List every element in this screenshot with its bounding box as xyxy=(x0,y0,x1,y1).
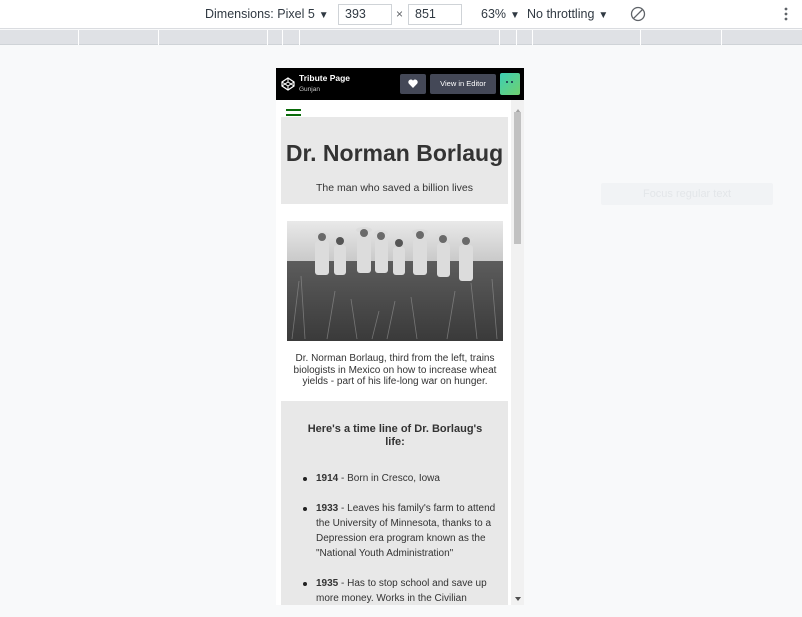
device-viewport: Tribute Page Gunjan View in Editor Dr. N… xyxy=(276,68,524,605)
hero-section: Dr. Norman Borlaug The man who saved a b… xyxy=(281,117,508,204)
pen-author[interactable]: Gunjan xyxy=(299,86,320,93)
photo-caption: Dr. Norman Borlaug, third from the left,… xyxy=(293,353,497,387)
scroll-down-arrow-icon[interactable] xyxy=(515,597,521,601)
throttling-label: No throttling xyxy=(527,7,595,21)
dimensions-label: Dimensions: Pixel 5 xyxy=(205,7,315,21)
timeline-section: Here's a time line of Dr. Borlaug's life… xyxy=(281,401,508,605)
device-toolbar: Dimensions: Pixel 5 ▼ 393 × 851 63% ▼ No t… xyxy=(0,0,802,29)
like-button[interactable] xyxy=(400,74,426,94)
list-item: 1933 - Leaves his family's farm to atten… xyxy=(303,501,499,561)
zoom-dropdown[interactable]: 63% ▼ xyxy=(481,7,520,21)
list-item: 1914 - Born in Cresco, Iowa xyxy=(303,471,499,486)
borlaug-photo xyxy=(287,221,503,341)
faded-tooltip: Focus regular text xyxy=(601,183,773,205)
chevron-down-icon: ▼ xyxy=(598,10,609,21)
timeline-text: - Leaves his family's farm to attend the… xyxy=(316,503,496,559)
scroll-thumb[interactable] xyxy=(514,112,521,244)
timeline-text: - Born in Cresco, Iowa xyxy=(338,473,440,484)
dimension-separator: × xyxy=(396,7,404,21)
width-input[interactable]: 393 xyxy=(338,4,392,25)
more-options-icon[interactable] xyxy=(782,6,790,22)
list-item: 1935 - Has to stop school and save up mo… xyxy=(303,576,499,605)
throttling-dropdown[interactable]: No throttling ▼ xyxy=(527,7,608,21)
wheat-field-photo-image xyxy=(287,221,503,341)
avatar[interactable] xyxy=(500,73,520,95)
page-content: Dr. Norman Borlaug The man who saved a b… xyxy=(276,100,510,605)
zoom-label: 63% xyxy=(481,7,507,21)
vertical-scrollbar[interactable] xyxy=(511,100,524,605)
timeline-text: - Has to stop school and save up more mo… xyxy=(316,578,487,604)
heart-icon xyxy=(408,79,418,88)
timeline-list: 1914 - Born in Cresco, Iowa 1933 - Leave… xyxy=(303,471,499,605)
codepen-header: Tribute Page Gunjan View in Editor xyxy=(276,68,524,100)
view-in-editor-button[interactable]: View in Editor xyxy=(430,74,496,94)
timeline-year: 1935 xyxy=(316,578,339,589)
chevron-down-icon: ▼ xyxy=(318,10,329,21)
chevron-down-icon: ▼ xyxy=(510,10,520,21)
media-query-ruler[interactable] xyxy=(0,30,802,45)
codepen-logo-icon[interactable] xyxy=(281,77,295,91)
timeline-year: 1914 xyxy=(316,473,339,484)
timeline-year: 1933 xyxy=(316,503,339,514)
page-subtitle: The man who saved a billion lives xyxy=(316,182,473,194)
rotate-icon[interactable] xyxy=(630,6,646,22)
pen-title[interactable]: Tribute Page xyxy=(299,73,350,83)
page-title: Dr. Norman Borlaug xyxy=(285,140,504,166)
dimensions-dropdown[interactable]: Dimensions: Pixel 5 ▼ xyxy=(205,7,329,21)
timeline-heading: Here's a time line of Dr. Borlaug's life… xyxy=(307,423,483,448)
height-input[interactable]: 851 xyxy=(408,4,462,25)
